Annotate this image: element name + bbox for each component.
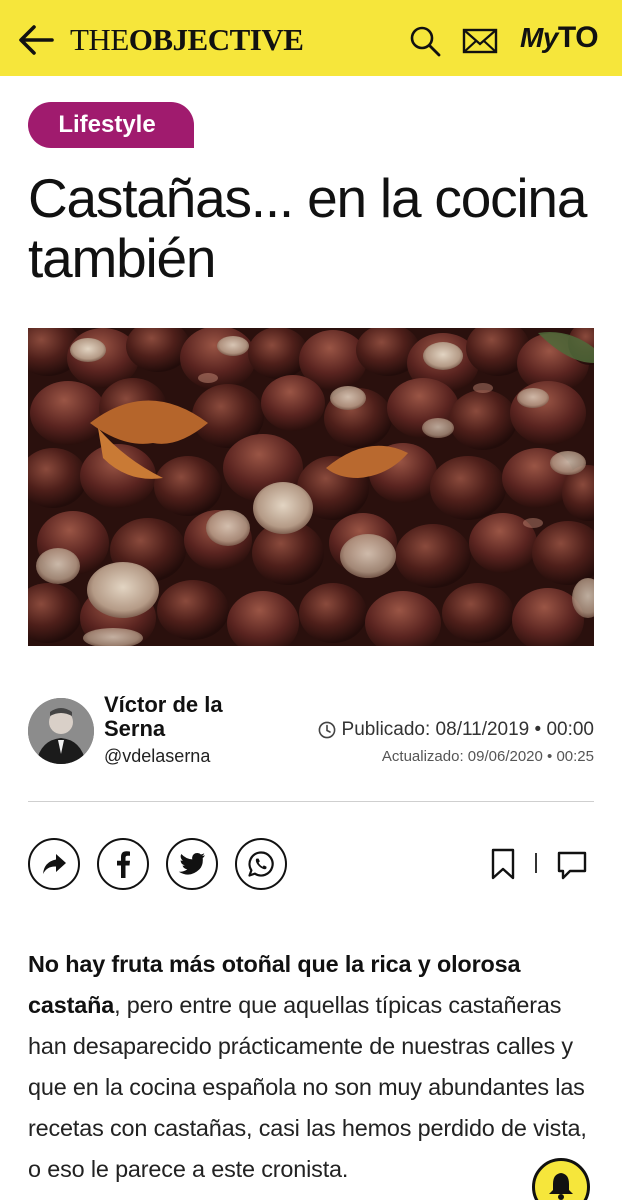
author-photo	[28, 698, 94, 764]
updated-date: Actualizado: 09/06/2020 • 00:25	[381, 748, 594, 765]
twitter-button[interactable]	[166, 838, 218, 890]
article-title: Castañas... en la cocina también	[28, 167, 587, 289]
lead-text: , pero entre que aquellas típicas castañ…	[28, 992, 587, 1182]
divider	[28, 801, 594, 802]
logo-main: OBJECTIVE	[128, 22, 304, 57]
myto-to: TO	[557, 21, 599, 54]
icon-separator	[535, 853, 537, 873]
facebook-button[interactable]	[97, 838, 149, 890]
article-lead: No hay fruta más otoñal que la rica y ol…	[28, 944, 600, 1190]
myto-link[interactable]: MyTO	[520, 21, 599, 55]
category-tag[interactable]: Lifestyle	[28, 102, 194, 148]
twitter-icon	[178, 853, 205, 875]
whatsapp-icon	[248, 851, 274, 877]
hero-image	[28, 328, 594, 646]
facebook-icon	[117, 851, 130, 878]
bookmark-icon[interactable]	[490, 848, 516, 880]
logo-prefix: THE	[70, 22, 129, 57]
whatsapp-button[interactable]	[235, 838, 287, 890]
chestnuts-photo	[28, 328, 594, 646]
comment-icon[interactable]	[556, 849, 588, 881]
published-text: Publicado: 08/11/2019 • 00:00	[341, 719, 594, 740]
author-avatar[interactable]	[28, 698, 94, 764]
mail-icon[interactable]	[462, 26, 498, 56]
bell-icon	[549, 1173, 573, 1200]
author-name[interactable]: Víctor de la Serna	[104, 693, 254, 741]
share-button[interactable]	[28, 838, 80, 890]
top-bar: THEOBJECTIVE MyTO	[0, 0, 622, 76]
published-date: Publicado: 08/11/2019 • 00:00	[318, 719, 594, 741]
myto-my: My	[520, 22, 558, 53]
share-icon	[43, 854, 66, 874]
search-icon[interactable]	[408, 24, 442, 58]
author-handle[interactable]: @vdelaserna	[104, 746, 210, 767]
site-logo[interactable]: THEOBJECTIVE	[70, 22, 304, 58]
back-arrow-icon[interactable]	[14, 20, 58, 60]
clock-icon	[318, 721, 335, 739]
